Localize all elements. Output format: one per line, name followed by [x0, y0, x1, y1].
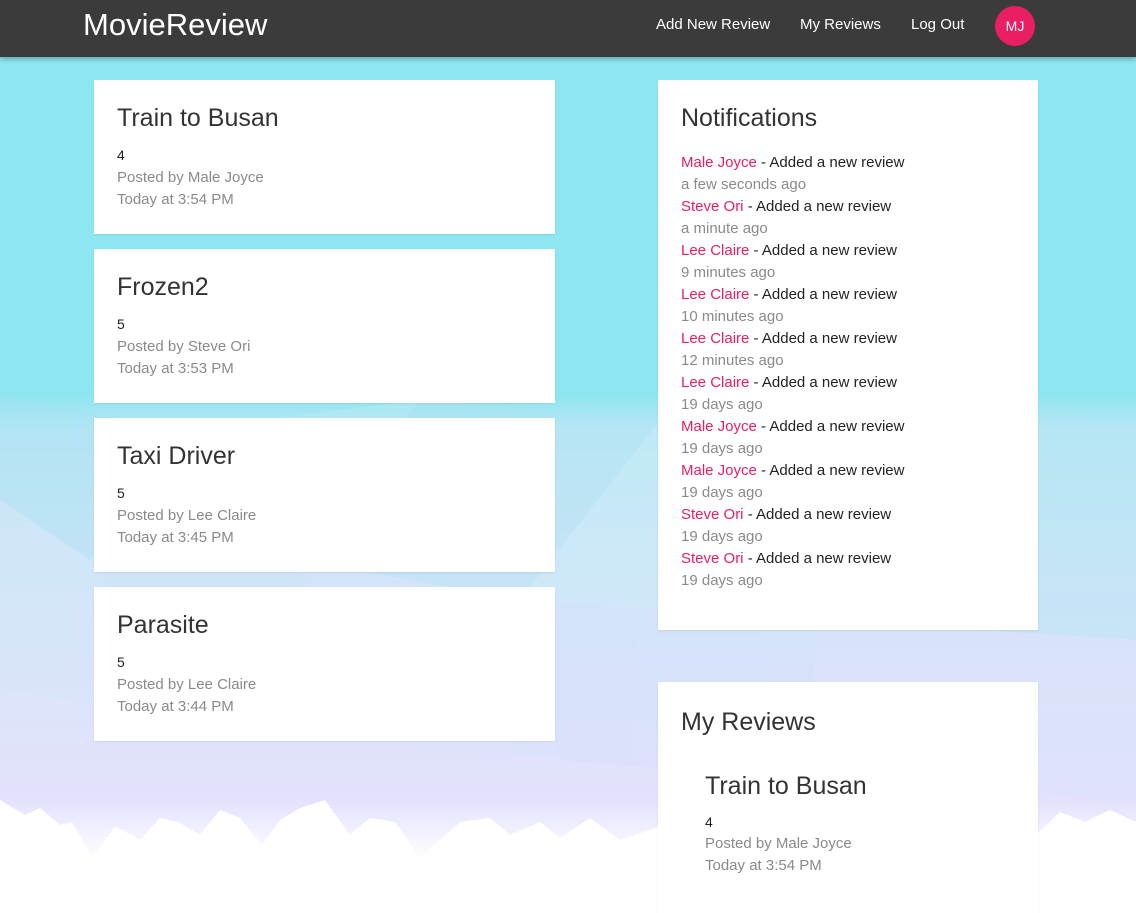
notification-action: - Added a new review — [756, 418, 905, 435]
notification-action: - Added a new review — [743, 198, 892, 215]
notification-user-link[interactable]: Male Joyce — [681, 418, 757, 435]
review-timestamp: Today at 3:44 PM — [117, 698, 234, 715]
user-avatar[interactable]: MJ — [995, 6, 1035, 46]
review-author: Posted by Male Joyce — [117, 169, 264, 186]
review-timestamp: Today at 3:53 PM — [117, 360, 234, 377]
review-title: Taxi Driver — [117, 442, 236, 470]
notification-time: 19 days ago — [681, 484, 763, 501]
notification-user-link[interactable]: Lee Claire — [681, 330, 749, 347]
brand-logo[interactable]: MovieReview — [83, 7, 267, 43]
review-rating: 5 — [117, 654, 125, 670]
notifications-list: Male Joyce - Added a new review a few se… — [681, 152, 1021, 592]
notification-item: Male Joyce - Added a new review a few se… — [681, 152, 1021, 196]
nav-my-reviews[interactable]: My Reviews — [800, 16, 881, 33]
notification-time: 10 minutes ago — [681, 308, 784, 325]
notification-item: Steve Ori - Added a new review a minute … — [681, 196, 1021, 240]
notification-time: 19 days ago — [681, 396, 763, 413]
my-review-title[interactable]: Train to Busan — [705, 772, 867, 801]
notification-action: - Added a new review — [749, 374, 897, 391]
notification-action: - Added a new review — [756, 462, 905, 479]
notifications-title: Notifications — [681, 104, 818, 132]
notification-user-link[interactable]: Lee Claire — [681, 242, 749, 259]
review-timestamp: Today at 3:54 PM — [117, 191, 234, 208]
notification-action: - Added a new review — [743, 550, 892, 567]
notification-user-link[interactable]: Lee Claire — [681, 374, 749, 391]
review-rating: 4 — [117, 147, 125, 163]
notification-time: 19 days ago — [681, 572, 763, 589]
review-card[interactable]: Parasite 5 Posted by Lee Claire Today at… — [94, 587, 555, 741]
notifications-panel: Notifications Male Joyce - Added a new r… — [658, 80, 1038, 630]
notification-item: Lee Claire - Added a new review 12 minut… — [681, 328, 1021, 372]
notification-item: Male Joyce - Added a new review 19 days … — [681, 416, 1021, 460]
my-reviews-panel: My Reviews Train to Busan 4 Posted by Ma… — [658, 682, 1038, 913]
notification-time: 19 days ago — [681, 440, 763, 457]
review-rating: 5 — [117, 316, 125, 332]
review-rating: 5 — [117, 485, 125, 501]
notification-action: - Added a new review — [749, 286, 897, 303]
notification-time: 12 minutes ago — [681, 352, 784, 369]
review-author: Posted by Steve Ori — [117, 338, 251, 355]
notification-time: 9 minutes ago — [681, 264, 776, 281]
top-navbar: MovieReview Add New Review My Reviews Lo… — [0, 0, 1136, 57]
notification-user-link[interactable]: Steve Ori — [681, 198, 744, 215]
review-title: Parasite — [117, 611, 209, 639]
review-card[interactable]: Frozen2 5 Posted by Steve Ori Today at 3… — [94, 249, 555, 403]
notification-item: Steve Ori - Added a new review 19 days a… — [681, 504, 1021, 548]
nav-log-out[interactable]: Log Out — [911, 16, 964, 33]
notification-time: a few seconds ago — [681, 176, 807, 193]
notification-item: Lee Claire - Added a new review 9 minute… — [681, 240, 1021, 284]
my-review-author: Posted by Male Joyce — [705, 835, 852, 852]
review-timestamp: Today at 3:45 PM — [117, 529, 234, 546]
notification-action: - Added a new review — [743, 506, 892, 523]
notification-item: Steve Ori - Added a new review 19 days a… — [681, 548, 1021, 592]
notification-user-link[interactable]: Steve Ori — [681, 550, 744, 567]
review-title: Frozen2 — [117, 273, 209, 301]
my-review-timestamp: Today at 3:54 PM — [705, 857, 822, 874]
review-author: Posted by Lee Claire — [117, 507, 257, 524]
notification-time: a minute ago — [681, 220, 768, 237]
nav-add-new-review[interactable]: Add New Review — [656, 16, 770, 33]
review-title: Train to Busan — [117, 104, 279, 132]
notification-user-link[interactable]: Steve Ori — [681, 506, 744, 523]
review-card[interactable]: Taxi Driver 5 Posted by Lee Claire Today… — [94, 418, 555, 572]
notification-action: - Added a new review — [756, 154, 905, 171]
notification-user-link[interactable]: Lee Claire — [681, 286, 749, 303]
notification-item: Lee Claire - Added a new review 10 minut… — [681, 284, 1021, 328]
notification-user-link[interactable]: Male Joyce — [681, 154, 757, 171]
notification-action: - Added a new review — [749, 242, 897, 259]
my-reviews-title: My Reviews — [681, 708, 816, 736]
notification-action: - Added a new review — [749, 330, 897, 347]
notification-item: Male Joyce - Added a new review 19 days … — [681, 460, 1021, 504]
review-author: Posted by Lee Claire — [117, 676, 257, 693]
notification-time: 19 days ago — [681, 528, 763, 545]
notification-item: Lee Claire - Added a new review 19 days … — [681, 372, 1021, 416]
notification-user-link[interactable]: Male Joyce — [681, 462, 757, 479]
my-review-rating: 4 — [705, 814, 713, 830]
review-card[interactable]: Train to Busan 4 Posted by Male Joyce To… — [94, 80, 555, 234]
